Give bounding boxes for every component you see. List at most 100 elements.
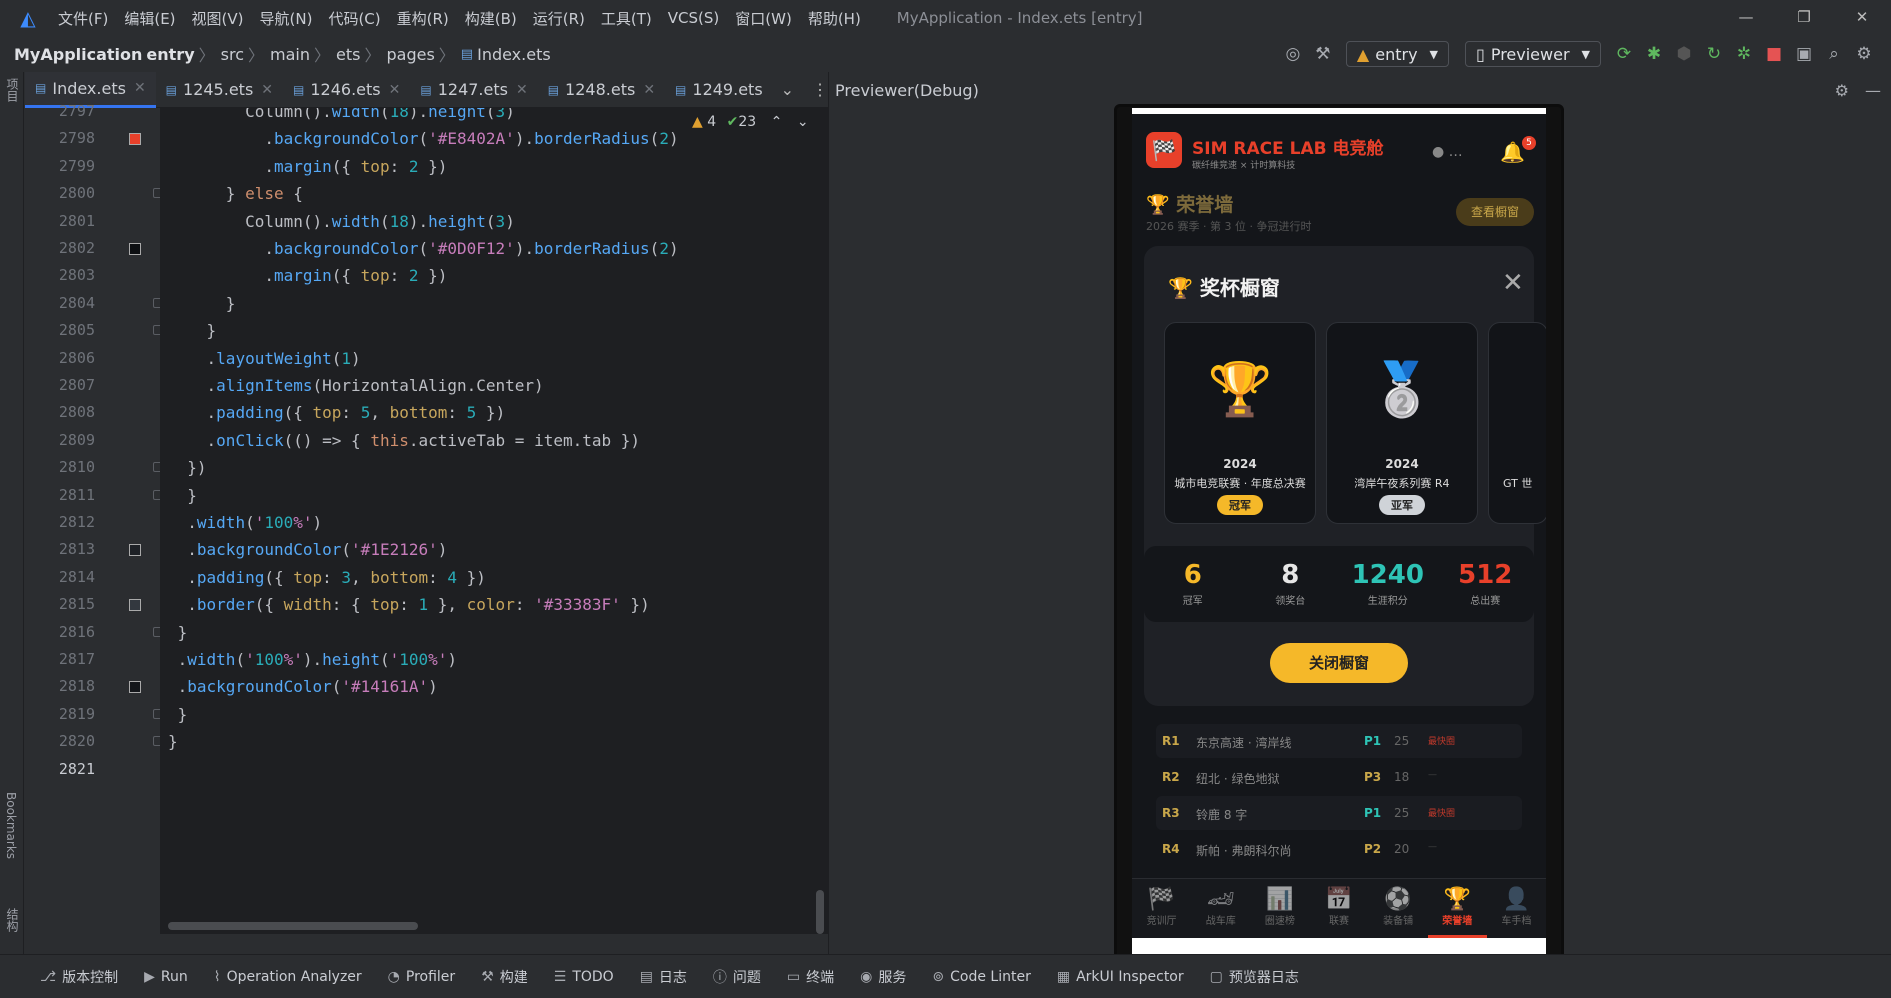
trophy-card[interactable]: 🥈 2024 湾岸午夜系列赛 R4 亚军 (1326, 322, 1478, 524)
menu-file[interactable]: 文件(F) (58, 8, 108, 29)
breadcrumb-project[interactable]: MyApplication (14, 45, 142, 64)
tab-2[interactable]: 📊 圈速榜 (1250, 879, 1309, 938)
color-swatch[interactable] (129, 544, 141, 557)
color-swatch[interactable] (129, 243, 141, 255)
menu-vcs[interactable]: VCS(S) (668, 9, 719, 27)
debug-icon[interactable]: ✱ (1639, 44, 1669, 64)
services-button[interactable]: ◉ 服务 (860, 967, 906, 987)
minimize-panel-icon[interactable]: — (1865, 81, 1881, 100)
code-linter-button[interactable]: ⊚ Code Linter (932, 969, 1030, 985)
arkui-inspector-button[interactable]: ▦ ArkUI Inspector (1057, 969, 1184, 985)
settings-icon[interactable]: ⚙ (1835, 81, 1849, 100)
device-manager-icon[interactable]: ▣ (1789, 44, 1819, 64)
horizontal-scrollbar[interactable] (168, 922, 418, 930)
race-points: 20 (1394, 842, 1410, 856)
menu-help[interactable]: 帮助(H) (808, 8, 861, 29)
inspection-widget[interactable]: ▲ 4 ✔23 ⌃ ⌄ (692, 114, 809, 130)
profiler-button[interactable]: ◔ Profiler (388, 969, 456, 985)
race-row[interactable]: R4 斯帕 · 弗朗科尔尚 P2 20 — (1156, 832, 1522, 866)
more-icon[interactable]: ● … (1432, 144, 1463, 160)
hammer-icon[interactable]: ⚒ (1308, 44, 1338, 64)
tab-1248-ets[interactable]: ▤ 1248.ets ✕ (538, 72, 665, 108)
tab-1[interactable]: 🏎 战车库 (1191, 879, 1250, 938)
menu-window[interactable]: 窗口(W) (735, 8, 792, 29)
code-editor[interactable]: Column().width(18).height(3) .background… (160, 108, 828, 934)
tab-1246-ets[interactable]: ▤ 1246.ets ✕ (283, 72, 410, 108)
vertical-scrollbar[interactable] (816, 890, 824, 934)
race-row[interactable]: R3 铃鹿 8 字 P1 25 最快圈 (1156, 796, 1522, 830)
close-tab-icon[interactable]: ✕ (261, 82, 273, 98)
code-line: .backgroundColor('#14161A') (168, 677, 438, 697)
menu-view[interactable]: 视图(V) (192, 8, 244, 29)
structure-tool-button[interactable]: 结构 (4, 908, 21, 932)
tab-1249-ets[interactable]: ▤ 1249.ets (665, 72, 773, 108)
version-control-button[interactable]: ⎇ 版本控制 (40, 967, 118, 987)
menu-edit[interactable]: 编辑(E) (124, 8, 175, 29)
tab-5[interactable]: 🏆 荣誉墙 (1427, 879, 1487, 938)
trophy-card[interactable]: 🏆 2024 城市电竞联赛 · 年度总决赛 冠军 (1164, 322, 1316, 524)
tab-label: 荣誉墙 (1442, 916, 1473, 927)
close-tab-icon[interactable]: ✕ (389, 82, 401, 98)
left-tool-strip: 项目 Bookmarks 结构 (0, 72, 24, 954)
search-icon[interactable]: ⌕ (1819, 44, 1849, 64)
race-row[interactable]: R1 东京高速 · 湾岸线 P1 25 最快圈 (1156, 724, 1522, 758)
close-tab-icon[interactable]: ✕ (516, 82, 528, 98)
tab-0[interactable]: 🏁 竞训厅 (1132, 879, 1191, 938)
run-button[interactable]: ▶ Run (144, 969, 188, 985)
view-showcase-button[interactable]: 查看橱窗 (1456, 198, 1534, 226)
operation-analyzer-button[interactable]: ⌇ Operation Analyzer (214, 969, 362, 985)
minimize-icon[interactable]: — (1717, 0, 1775, 36)
more-vertical-icon[interactable]: ⋮ (812, 80, 828, 99)
settings-icon[interactable]: ⚙ (1849, 44, 1879, 64)
menu-build[interactable]: 构建(B) (465, 8, 517, 29)
breadcrumb-file[interactable]: Index.ets (477, 45, 551, 64)
close-icon[interactable]: ✕ (1502, 268, 1524, 298)
close-tab-icon[interactable]: ✕ (643, 82, 655, 98)
color-swatch[interactable] (129, 681, 141, 694)
device-select[interactable]: ▯ Previewer ▼ (1465, 41, 1601, 67)
reload-icon[interactable]: ↻ (1699, 44, 1729, 64)
menu-navigate[interactable]: 导航(N) (260, 8, 313, 29)
stop-icon[interactable]: ■ (1759, 44, 1789, 64)
color-swatch[interactable] (129, 599, 141, 612)
profile-icon[interactable]: ✲ (1729, 44, 1759, 64)
breadcrumb-ets[interactable]: ets (336, 45, 360, 64)
breadcrumb-src[interactable]: src (221, 45, 244, 64)
module-select[interactable]: ▲ entry ▼ (1345, 41, 1450, 67)
race-row[interactable]: R2 纽北 · 绿色地狱 P3 18 — (1156, 760, 1522, 794)
todo-button[interactable]: ☰ TODO (554, 969, 614, 985)
breadcrumb-module[interactable]: entry (146, 45, 194, 64)
tab-1247-ets[interactable]: ▤ 1247.ets ✕ (410, 72, 537, 108)
menu-tools[interactable]: 工具(T) (601, 8, 652, 29)
breadcrumb-pages[interactable]: pages (386, 45, 434, 64)
build-button[interactable]: ⚒ 构建 (481, 967, 528, 987)
chevron-down-icon[interactable]: ⌄ (781, 80, 794, 99)
tab-3[interactable]: 📅 联赛 (1309, 879, 1368, 938)
refresh-run-icon[interactable]: ⟳ (1609, 44, 1639, 64)
problems-button[interactable]: ⓘ 问题 (713, 967, 761, 987)
project-tool-button[interactable]: 项目 (4, 78, 21, 102)
tab-1245-ets[interactable]: ▤ 1245.ets ✕ (156, 72, 283, 108)
attach-icon[interactable]: ⬢ (1669, 44, 1699, 64)
prev-highlight-icon[interactable]: ⌃ (771, 114, 783, 130)
menu-run[interactable]: 运行(R) (533, 8, 585, 29)
target-icon[interactable]: ◎ (1278, 44, 1308, 64)
next-highlight-icon[interactable]: ⌄ (797, 114, 809, 130)
log-button[interactable]: ▤ 日志 (640, 967, 687, 987)
close-showcase-button[interactable]: 关闭橱窗 (1270, 643, 1408, 683)
code-line: } else { (168, 184, 303, 204)
tab-4[interactable]: ⚽ 装备铺 (1369, 879, 1428, 938)
breadcrumb-main[interactable]: main (270, 45, 310, 64)
close-tab-icon[interactable]: ✕ (134, 80, 146, 96)
code-line: .border({ width: { top: 1 }, color: '#33… (168, 595, 650, 615)
bookmarks-tool-button[interactable]: Bookmarks (4, 792, 18, 859)
color-swatch[interactable] (129, 133, 141, 146)
menu-refactor[interactable]: 重构(R) (397, 8, 449, 29)
trophy-card[interactable]: GT 世 (1488, 322, 1546, 524)
menu-code[interactable]: 代码(C) (328, 8, 380, 29)
terminal-button[interactable]: ▭ 终端 (787, 967, 834, 987)
restore-icon[interactable]: ❐ (1775, 0, 1833, 36)
previewer-log-button[interactable]: ▢ 预览器日志 (1210, 967, 1299, 987)
close-window-icon[interactable]: ✕ (1833, 0, 1891, 36)
tab-6[interactable]: 👤 车手档 (1487, 879, 1546, 938)
